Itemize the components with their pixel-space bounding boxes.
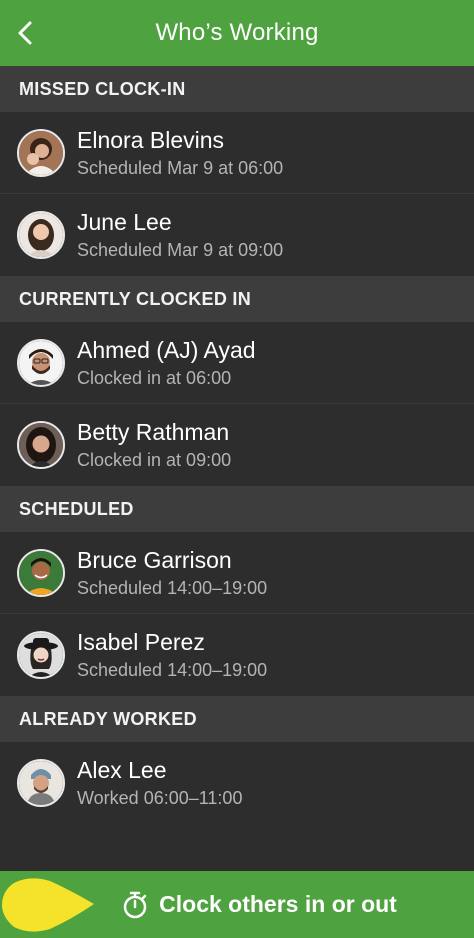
page-title: Who’s Working [155, 19, 319, 46]
person-row[interactable]: Isabel Perez Scheduled 14:00–19:00 [0, 614, 474, 696]
avatar [17, 211, 65, 259]
avatar [17, 421, 65, 469]
yellow-pointer-shape [2, 878, 94, 932]
person-status: Scheduled Mar 9 at 06:00 [77, 157, 284, 178]
person-status: Scheduled Mar 9 at 09:00 [77, 240, 284, 260]
person-status: Scheduled 14:00–19:00 [77, 577, 268, 598]
person-name: Elnora Blevins [77, 126, 225, 153]
avatar [17, 338, 65, 387]
person-status: Worked 06:00–11:00 [77, 788, 243, 808]
person-name: Bruce Garrison [77, 546, 232, 573]
avatar [17, 128, 65, 177]
people-list: MISSED CLOCK-IN Elnora Blevins Scheduled… [0, 66, 474, 824]
chevron-left-icon [18, 21, 32, 45]
person-name: Isabel Perez [77, 629, 205, 655]
person-status: Clocked in at 06:00 [77, 367, 232, 388]
person-row[interactable]: June Lee Scheduled Mar 9 at 09:00 [0, 194, 474, 276]
person-name: Alex Lee [77, 757, 167, 783]
person-row[interactable]: Alex Lee Worked 06:00–11:00 [0, 742, 474, 824]
clock-others-button[interactable]: Clock others in or out [0, 871, 474, 938]
section-header-clocked-in: CURRENTLY CLOCKED IN [0, 276, 474, 322]
person-status: Clocked in at 09:00 [77, 450, 232, 470]
person-row[interactable]: Betty Rathman Clocked in at 09:00 [0, 404, 474, 486]
person-row[interactable]: Ahmed (AJ) Ayad Clocked in at 06:00 [0, 322, 474, 404]
person-row[interactable]: Elnora Blevins Scheduled Mar 9 at 06:00 [0, 112, 474, 194]
section-header-scheduled: SCHEDULED [0, 486, 474, 532]
section-header-missed: MISSED CLOCK-IN [0, 66, 474, 112]
person-name: Betty Rathman [77, 419, 230, 445]
avatar [17, 631, 65, 679]
back-button[interactable] [6, 13, 46, 53]
person-row[interactable]: Bruce Garrison Scheduled 14:00–19:00 [0, 532, 474, 614]
avatar [17, 548, 65, 597]
avatar [17, 759, 65, 807]
person-name: June Lee [77, 209, 172, 235]
person-status: Scheduled 14:00–19:00 [77, 660, 268, 680]
person-name: Ahmed (AJ) Ayad [77, 336, 256, 363]
section-header-already-worked: ALREADY WORKED [0, 696, 474, 742]
stopwatch-icon [123, 891, 147, 918]
clock-others-label: Clock others in or out [159, 891, 397, 917]
app-header: Who’s Working [0, 0, 474, 66]
